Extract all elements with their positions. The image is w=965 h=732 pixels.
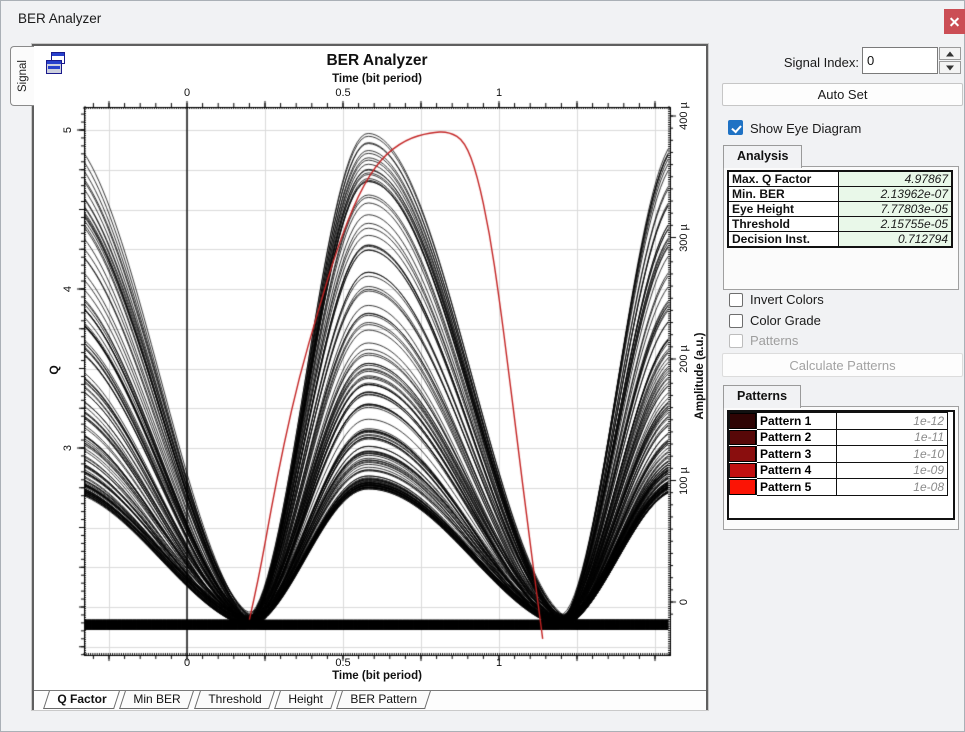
bottom-tabstrip: Q Factor Min BER Threshold Height BER Patter… <box>34 690 706 710</box>
calculate-patterns-button: Calculate Patterns <box>722 353 963 377</box>
tab-signal-label: Signal <box>17 60 29 92</box>
analysis-row: Eye Height7.77803e-05 <box>728 202 952 217</box>
analysis-label: Threshold <box>728 217 839 232</box>
color-grade-label: Color Grade <box>750 313 821 328</box>
pattern-row: Pattern 11e-12 <box>730 413 948 430</box>
pattern-value: 1e-12 <box>837 413 948 430</box>
eye-diagram-plot[interactable] <box>42 95 702 687</box>
analysis-label: Eye Height <box>728 202 839 217</box>
pattern-color-swatch <box>730 479 757 496</box>
analysis-table: Max. Q Factor4.97867Min. BER2.13962e-07E… <box>727 170 953 248</box>
patterns-table-frame: Pattern 11e-12Pattern 21e-11Pattern 31e-… <box>727 410 955 520</box>
pattern-color-swatch <box>730 446 757 463</box>
chart-title: BER Analyzer <box>326 52 427 70</box>
invert-colors-label: Invert Colors <box>750 292 824 307</box>
invert-colors-checkbox[interactable] <box>729 293 743 307</box>
bottom-axis-title: Time (bit period) <box>332 670 422 682</box>
tab-q-factor[interactable]: Q Factor <box>43 691 120 709</box>
pattern-color-swatch <box>730 413 757 430</box>
tab-signal[interactable]: Signal <box>10 46 34 106</box>
signal-index-stepper <box>939 47 961 74</box>
chart-panel: BER Analyzer Time (bit period) 000.50.51… <box>32 44 708 710</box>
pattern-label: Pattern 2 <box>757 429 837 446</box>
tab-patterns-label: Patterns <box>737 389 787 403</box>
analysis-box: Max. Q Factor4.97867Min. BER2.13962e-07E… <box>723 166 959 290</box>
analysis-value: 7.77803e-05 <box>839 202 953 217</box>
pattern-value: 1e-09 <box>837 462 948 479</box>
auto-set-label: Auto Set <box>818 87 868 102</box>
pattern-row: Pattern 31e-10 <box>730 446 948 463</box>
patterns-checkbox <box>729 334 743 348</box>
analysis-row: Decision Inst.0.712794 <box>728 232 952 248</box>
tab-ber-pattern[interactable]: BER Pattern <box>336 691 431 709</box>
show-eye-diagram-checkbox[interactable] <box>728 120 743 135</box>
analysis-value: 0.712794 <box>839 232 953 248</box>
top-axis-title: Time (bit period) <box>332 73 422 85</box>
spin-down-icon[interactable] <box>939 61 961 74</box>
analysis-value: 2.13962e-07 <box>839 187 953 202</box>
tab-analysis-label: Analysis <box>737 149 788 163</box>
pattern-label: Pattern 5 <box>757 479 837 496</box>
pattern-color-swatch <box>730 462 757 479</box>
analysis-row: Max. Q Factor4.97867 <box>728 171 952 187</box>
analysis-value: 4.97867 <box>839 171 953 187</box>
pattern-value: 1e-08 <box>837 479 948 496</box>
signal-index-label: Signal Index: <box>760 55 859 70</box>
tab-height[interactable]: Height <box>274 691 337 709</box>
pattern-value: 1e-10 <box>837 446 948 463</box>
pattern-label: Pattern 3 <box>757 446 837 463</box>
tab-min-ber[interactable]: Min BER <box>119 691 194 709</box>
tab-analysis[interactable]: Analysis <box>723 145 802 168</box>
graph-windows-icon[interactable] <box>46 52 66 78</box>
analysis-value: 2.15755e-05 <box>839 217 953 232</box>
analysis-label: Max. Q Factor <box>728 171 839 187</box>
spin-up-icon[interactable] <box>939 47 961 60</box>
signal-index-input[interactable] <box>862 47 938 74</box>
color-grade-checkbox[interactable] <box>729 314 743 328</box>
auto-set-button[interactable]: Auto Set <box>722 83 963 106</box>
right-axis-title: Amplitude (a.u.) <box>694 333 706 420</box>
analysis-label: Min. BER <box>728 187 839 202</box>
sheet-tab-label: Threshold <box>198 691 271 707</box>
patterns-table: Pattern 11e-12Pattern 21e-11Pattern 31e-… <box>729 412 948 496</box>
pattern-row: Pattern 41e-09 <box>730 462 948 479</box>
close-icon[interactable] <box>944 9 965 34</box>
pattern-row: Pattern 21e-11 <box>730 429 948 446</box>
sheet-tab-label: Min BER <box>124 691 191 707</box>
analysis-label: Decision Inst. <box>728 232 839 248</box>
pattern-label: Pattern 4 <box>757 462 837 479</box>
sheet-tab-label: Q Factor <box>47 691 116 707</box>
pattern-label: Pattern 1 <box>757 413 837 430</box>
tab-patterns[interactable]: Patterns <box>723 385 801 408</box>
left-axis-title: Q <box>47 365 61 374</box>
patterns-box: Pattern 11e-12Pattern 21e-11Pattern 31e-… <box>723 406 959 530</box>
show-eye-diagram-label: Show Eye Diagram <box>750 121 861 136</box>
pattern-row: Pattern 51e-08 <box>730 479 948 496</box>
pattern-value: 1e-11 <box>837 429 948 446</box>
pattern-color-swatch <box>730 429 757 446</box>
tab-threshold[interactable]: Threshold <box>194 691 275 709</box>
calculate-patterns-label: Calculate Patterns <box>789 358 895 373</box>
analysis-row: Min. BER2.13962e-07 <box>728 187 952 202</box>
sheet-tab-label: Height <box>278 691 333 707</box>
analysis-row: Threshold2.15755e-05 <box>728 217 952 232</box>
sheet-tab-label: BER Pattern <box>340 691 427 707</box>
window-title: BER Analyzer <box>18 11 101 26</box>
patterns-label: Patterns <box>750 333 798 348</box>
